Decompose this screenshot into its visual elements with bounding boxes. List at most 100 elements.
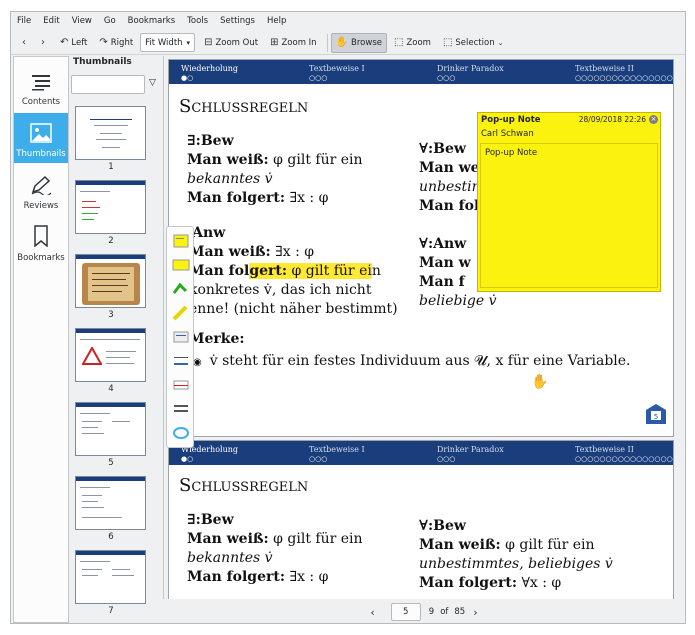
chevron-down-icon: ▾ xyxy=(186,38,191,47)
menu-view[interactable]: View xyxy=(72,16,92,26)
thumbnail-page[interactable] xyxy=(75,476,146,530)
inline-note-tool-icon[interactable] xyxy=(172,257,190,273)
rotate-right-button[interactable]: ↷ Right xyxy=(94,33,138,53)
sidebar-item-thumbnails[interactable]: Thumbnails xyxy=(14,113,68,163)
rotate-left-icon: ↶ xyxy=(60,37,69,48)
rule-forall-bew: ∀:Bew xyxy=(419,518,466,534)
nav-dots: ○○○ xyxy=(309,74,328,82)
zoom-tool-button[interactable]: ⬚ Zoom xyxy=(389,33,436,53)
thumbnail-number: 3 xyxy=(108,310,114,320)
merke-heading: Merke: xyxy=(189,331,245,347)
slide-title: Schlussregeln xyxy=(179,475,309,496)
highlighted-text[interactable]: Man folgert: φ gilt für ein xyxy=(189,262,381,281)
next-page-button[interactable]: › xyxy=(473,606,477,619)
thumbnail-page[interactable] xyxy=(75,180,146,234)
sidebar-label-bookmarks: Bookmarks xyxy=(17,253,65,263)
section-textbeweise-1[interactable]: Textbeweise I xyxy=(309,445,365,454)
zoom-out-icon: ⊟ xyxy=(204,37,213,48)
total-pages: 85 xyxy=(454,607,466,617)
highlighter-tool-icon[interactable] xyxy=(172,305,190,321)
menu-bookmarks[interactable]: Bookmarks xyxy=(128,16,176,26)
merke-bullet: ◉ v̇ steht für ein festes Individuum aus … xyxy=(193,353,631,369)
thumbnail-page[interactable] xyxy=(75,402,146,456)
zoom-in-icon: ⊞ xyxy=(270,37,279,48)
rotate-left-label: Left xyxy=(71,37,88,48)
green-freehand-tool-icon[interactable] xyxy=(172,281,190,297)
rule-text: Man weiß: φ gilt für ein xyxy=(187,531,363,547)
rule-text: konkretes v̇, das ich nicht xyxy=(189,282,372,298)
menubar: File Edit View Go Bookmarks Tools Settin… xyxy=(11,12,685,30)
typewriter-tool-icon[interactable] xyxy=(172,401,190,417)
section-drinker-paradox[interactable]: Drinker Paradox xyxy=(437,445,504,454)
previous-page-button[interactable]: ‹ xyxy=(370,606,374,619)
menu-help[interactable]: Help xyxy=(267,16,286,26)
underline-tool-icon[interactable] xyxy=(172,353,190,369)
stamp-tool-icon[interactable] xyxy=(172,329,190,345)
reviews-icon xyxy=(31,175,52,195)
rotate-right-label: Right xyxy=(110,37,134,48)
sidebar: Contents Thumbnails Reviews Bookmarks xyxy=(13,56,69,623)
rotate-left-button[interactable]: ↶ Left xyxy=(55,33,92,53)
rule-text: bekanntes v̇ xyxy=(187,171,273,187)
zoom-mode-select[interactable]: Fit Width ▾ xyxy=(140,33,196,52)
section-textbeweise-2[interactable]: Textbeweise II xyxy=(575,64,634,73)
menu-file[interactable]: File xyxy=(17,16,31,26)
rule-text: Man wei xyxy=(419,160,485,176)
nav-dots: ○○○ xyxy=(437,74,456,82)
section-textbeweise-1[interactable]: Textbeweise I xyxy=(309,64,365,73)
zoom-label: Zoom xyxy=(406,37,431,48)
sidebar-label-thumbnails: Thumbnails xyxy=(16,149,66,159)
browse-tool-button[interactable]: ✋ Browse xyxy=(330,32,387,53)
rule-text: Man fol xyxy=(419,198,480,214)
sidebar-item-bookmarks[interactable]: Bookmarks xyxy=(14,217,68,267)
thumbnail-page[interactable] xyxy=(75,328,146,382)
menu-tools[interactable]: Tools xyxy=(187,16,208,26)
ellipse-tool-icon[interactable] xyxy=(172,425,190,441)
thumbnail-number: 6 xyxy=(108,532,114,542)
close-icon[interactable]: × xyxy=(649,115,658,124)
rule-text: unbestim xyxy=(419,179,485,195)
menu-settings[interactable]: Settings xyxy=(220,16,255,26)
menu-go[interactable]: Go xyxy=(104,16,116,26)
back-button[interactable]: ‹ xyxy=(17,33,34,53)
selection-tool-button[interactable]: ⬚ Selection ⌄ xyxy=(438,33,512,53)
forward-button[interactable]: › xyxy=(36,33,53,53)
statusbar: ‹ 5 9 of 85 › xyxy=(163,601,685,623)
thumbnail-number: 1 xyxy=(108,162,114,172)
thumbnail-page[interactable] xyxy=(75,106,146,160)
zoom-mode-value: Fit Width xyxy=(145,37,183,48)
strikeout-tool-icon[interactable] xyxy=(172,377,190,393)
section-wiederholung[interactable]: Wiederholung xyxy=(181,64,238,73)
rule-exists-bew: ∃:Bew xyxy=(187,512,234,528)
hand-icon: ✋ xyxy=(335,37,349,48)
section-textbeweise-2[interactable]: Textbeweise II xyxy=(575,445,634,454)
sidebar-item-reviews[interactable]: Reviews xyxy=(14,165,68,215)
zoom-out-button[interactable]: ⊟ Zoom Out xyxy=(199,33,263,53)
thumbnails-icon xyxy=(30,123,52,143)
zoom-in-label: Zoom In xyxy=(281,37,317,48)
thumbnail-page[interactable] xyxy=(75,254,146,308)
thumbnail-list[interactable]: 1 2 3 4 5 6 7 xyxy=(71,100,155,623)
thumbnail-page[interactable] xyxy=(75,550,146,604)
popup-note-tool-icon[interactable] xyxy=(172,233,190,249)
sidebar-item-contents[interactable]: Contents xyxy=(14,61,68,111)
university-seal-icon: 5 xyxy=(646,404,666,424)
thumbnail-search-input[interactable] xyxy=(71,75,145,94)
popup-note-body[interactable]: Pop-up Note xyxy=(480,143,658,288)
document-viewer[interactable]: Wiederholung Textbeweise I Drinker Parad… xyxy=(163,56,685,599)
contents-icon xyxy=(32,75,50,91)
filter-icon[interactable]: ▽ xyxy=(149,78,156,88)
page-number-input[interactable]: 5 xyxy=(390,603,421,621)
rule-exists-bew: ∃:Bew xyxy=(187,133,234,149)
slide-navigation-header: Wiederholung Textbeweise I Drinker Parad… xyxy=(169,60,673,84)
slide-page: Wiederholung Textbeweise I Drinker Parad… xyxy=(168,440,674,599)
menu-edit[interactable]: Edit xyxy=(43,16,59,26)
chevron-right-icon: › xyxy=(41,37,45,48)
selection-icon: ⬚ xyxy=(442,37,453,48)
chevron-down-icon: ⌄ xyxy=(497,38,504,47)
zoom-in-button[interactable]: ⊞ Zoom In xyxy=(265,33,322,53)
rule-text: Man weiß: ∃x : φ xyxy=(189,244,315,260)
section-drinker-paradox[interactable]: Drinker Paradox xyxy=(437,64,504,73)
toolbar-separator xyxy=(326,33,328,52)
popup-note[interactable]: Pop-up Note 28/09/2018 22:26 × Carl Schw… xyxy=(477,112,661,292)
